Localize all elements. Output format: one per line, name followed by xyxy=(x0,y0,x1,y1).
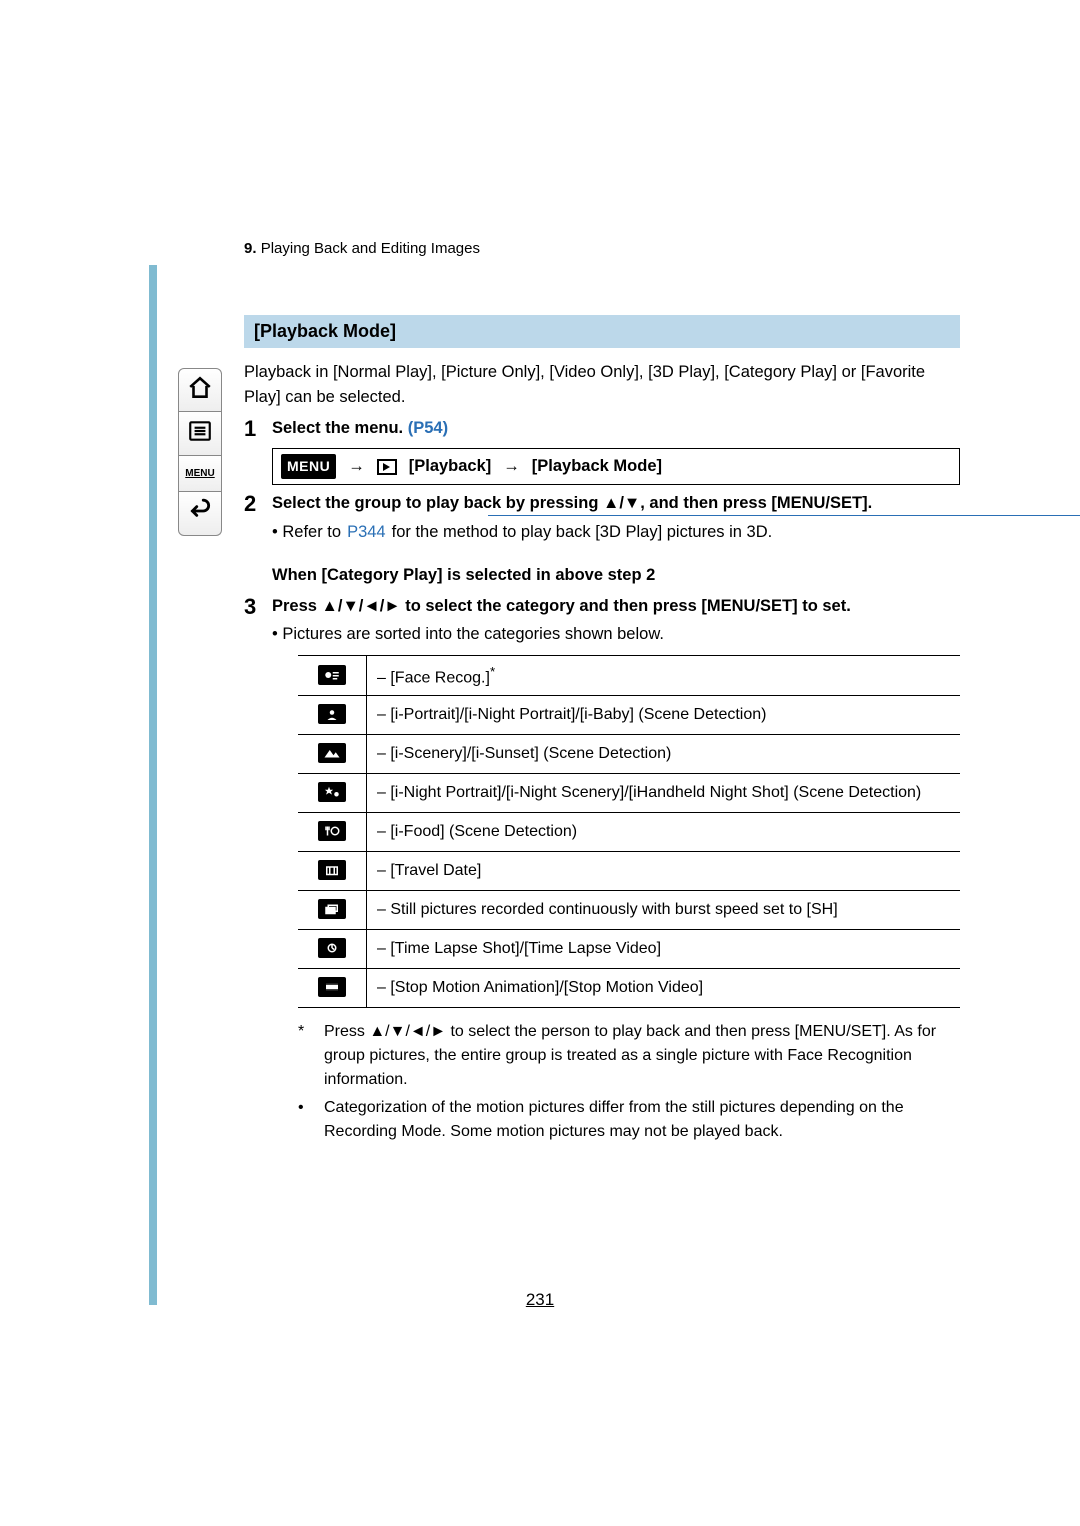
intro-text: Playback in [Normal Play], [Picture Only… xyxy=(244,360,960,410)
footnotes: * Press ▲/▼/◄/► to select the person to … xyxy=(298,1020,960,1144)
face-recog-icon xyxy=(318,665,346,685)
table-row: – [i-Portrait]/[i-Night Portrait]/[i-Bab… xyxy=(298,696,960,735)
night-icon xyxy=(318,782,346,802)
arrow-icon: → xyxy=(503,454,520,479)
footnote-2-text: Categorization of the motion pictures di… xyxy=(324,1096,960,1144)
step-3: 3 Press ▲/▼/◄/► to select the category a… xyxy=(244,594,960,648)
footnote-mark: * xyxy=(298,1020,316,1092)
accent-bar xyxy=(149,265,157,1305)
category-label: – [i-Food] (Scene Detection) xyxy=(367,813,961,852)
timelapse-icon xyxy=(318,938,346,958)
category-label: – [i-Scenery]/[i-Sunset] (Scene Detectio… xyxy=(367,735,961,774)
table-row: – [i-Scenery]/[i-Sunset] (Scene Detectio… xyxy=(298,735,960,774)
breadcrumb: 9. Playing Back and Editing Images xyxy=(244,240,960,257)
table-row: – [Time Lapse Shot]/[Time Lapse Video] xyxy=(298,930,960,969)
nav-menu-button[interactable]: MENU xyxy=(178,456,222,492)
sidebar-nav: MENU xyxy=(178,368,222,536)
footnote-bullet: • xyxy=(298,1096,316,1144)
step-3-number: 3 xyxy=(244,594,272,620)
step-2: 2 Select the group to play back by press… xyxy=(244,491,960,545)
step-2-head: Select the group to play back by pressin… xyxy=(272,491,960,516)
step-2-sub-prefix: • Refer to xyxy=(272,520,341,545)
step-3-prehead: When [Category Play] is selected in abov… xyxy=(272,563,960,588)
category-label: – [Stop Motion Animation]/[Stop Motion V… xyxy=(367,969,961,1008)
table-row: – [Stop Motion Animation]/[Stop Motion V… xyxy=(298,969,960,1008)
step-1-number: 1 xyxy=(244,416,272,442)
menu-badge-icon: MENU xyxy=(281,454,336,479)
table-row: – [Travel Date] xyxy=(298,852,960,891)
section-title: [Playback Mode] xyxy=(244,315,960,348)
menu-path: MENU → [Playback] → [Playback Mode] xyxy=(272,448,960,485)
back-icon xyxy=(187,498,213,529)
step-2-sub-suffix: for the method to play back [3D Play] pi… xyxy=(392,520,773,545)
nav-menu-label: MENU xyxy=(185,468,214,479)
stopmotion-icon xyxy=(318,977,346,997)
breadcrumb-text: Playing Back and Editing Images xyxy=(261,240,480,257)
travel-icon xyxy=(318,860,346,880)
category-label: – Still pictures recorded continuously w… xyxy=(367,891,961,930)
table-row: – [i-Night Portrait]/[i-Night Scenery]/[… xyxy=(298,774,960,813)
step-2-number: 2 xyxy=(244,491,272,517)
nav-home-button[interactable] xyxy=(178,368,222,412)
arrow-icon: → xyxy=(348,454,365,479)
breadcrumb-number: 9. xyxy=(244,240,257,257)
step-3-sub-text: • Pictures are sorted into the categorie… xyxy=(272,622,664,647)
list-icon xyxy=(187,418,213,449)
category-label: – [Time Lapse Shot]/[Time Lapse Video] xyxy=(367,930,961,969)
table-row: – [Face Recog.]* xyxy=(298,656,960,696)
step-1: 1 Select the menu. (P54) MENU → [Playbac… xyxy=(244,416,960,486)
category-sup: * xyxy=(490,664,495,679)
step-2-sub-link[interactable]: P344 xyxy=(347,520,386,545)
table-row: – [i-Food] (Scene Detection) xyxy=(298,813,960,852)
food-icon xyxy=(318,821,346,841)
home-icon xyxy=(187,375,213,406)
category-label: – [Travel Date] xyxy=(367,852,961,891)
step-3-sub: • Pictures are sorted into the categorie… xyxy=(272,622,960,647)
nav-back-button[interactable] xyxy=(178,492,222,536)
step-1-link[interactable]: (P54) xyxy=(408,419,448,437)
top-rule xyxy=(488,515,1080,516)
playback-icon xyxy=(377,459,397,475)
scenery-icon xyxy=(318,743,346,763)
step-1-head: Select the menu. xyxy=(272,419,408,437)
category-table: – [Face Recog.]* – [i-Portrait]/[i-Night… xyxy=(298,655,960,1008)
menu-path-a: [Playback] xyxy=(409,454,492,479)
nav-toc-button[interactable] xyxy=(178,412,222,456)
page-content: 9. Playing Back and Editing Images [Play… xyxy=(244,240,960,1144)
category-label: – [Face Recog.] xyxy=(377,669,490,686)
menu-path-b: [Playback Mode] xyxy=(532,454,662,479)
page-number[interactable]: 231 xyxy=(0,1290,1080,1310)
step-3-head: Press ▲/▼/◄/► to select the category and… xyxy=(272,594,960,619)
burst-icon xyxy=(318,899,346,919)
category-label: – [i-Portrait]/[i-Night Portrait]/[i-Bab… xyxy=(367,696,961,735)
table-row: – Still pictures recorded continuously w… xyxy=(298,891,960,930)
portrait-icon xyxy=(318,704,346,724)
category-label: – [i-Night Portrait]/[i-Night Scenery]/[… xyxy=(367,774,961,813)
footnote-1-text: Press ▲/▼/◄/► to select the person to pl… xyxy=(324,1020,960,1092)
